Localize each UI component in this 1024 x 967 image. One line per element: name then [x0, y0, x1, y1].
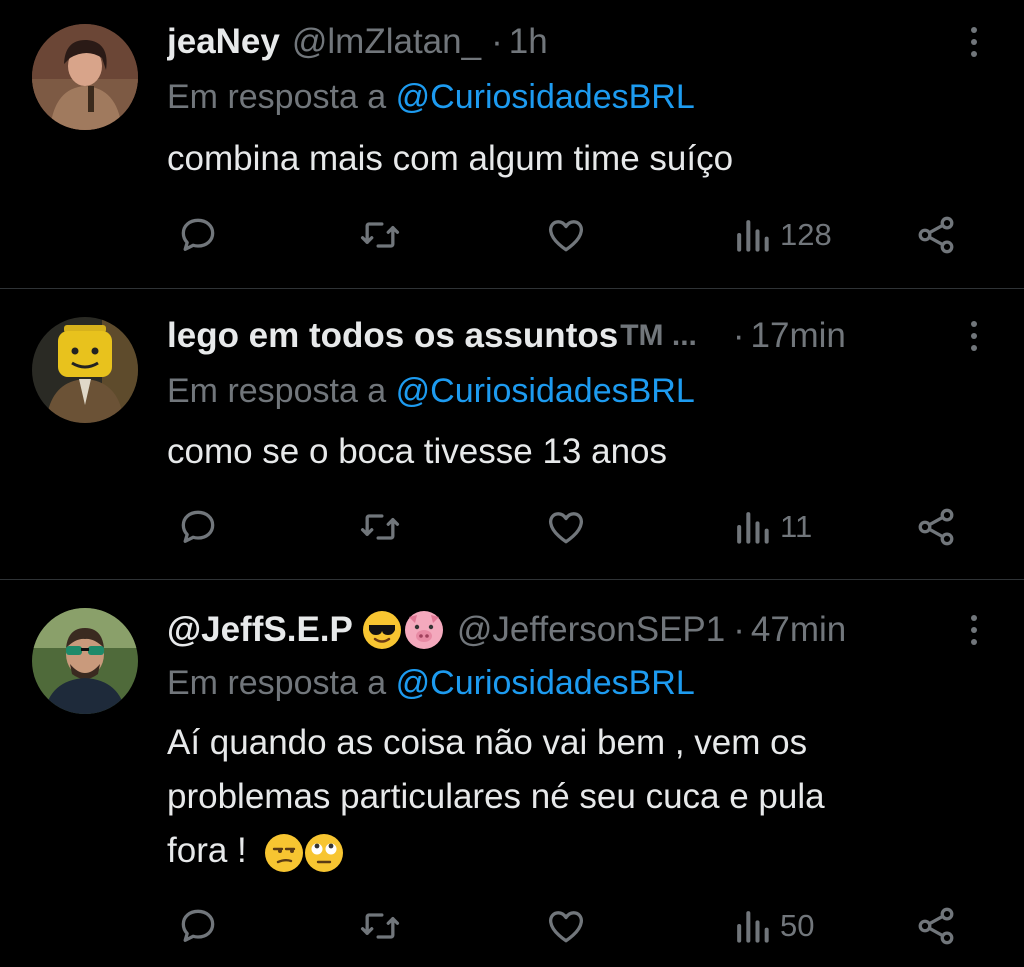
reply-context: Em resposta a @CuriosidadesBRL — [167, 78, 695, 117]
tweet-text: combina mais com algum time suíço — [167, 132, 967, 186]
separator-dot: · — [732, 316, 745, 355]
reply-button[interactable] — [176, 505, 220, 549]
views-icon — [737, 512, 769, 544]
reply-context: Em resposta a @CuriosidadesBRL — [167, 664, 695, 703]
views-count: 128 — [780, 217, 832, 252]
reply-button[interactable] — [176, 213, 220, 257]
views-icon — [737, 911, 769, 943]
display-name[interactable]: lego em todos os assuntos — [167, 316, 618, 356]
more-icon[interactable] — [964, 608, 984, 652]
smiling-face-with-sunglasses-icon — [362, 611, 401, 649]
tweet-text-line: combina mais com algum time suíço — [167, 139, 734, 178]
tweet-text-fragment: fora ! — [167, 831, 247, 870]
more-icon[interactable] — [964, 20, 984, 64]
display-name[interactable]: jeaNey — [167, 22, 280, 62]
reply-prefix: Em resposta a — [167, 664, 387, 702]
avatar[interactable] — [32, 24, 138, 130]
retweet-button[interactable] — [357, 213, 403, 257]
timestamp[interactable]: 47min — [751, 610, 846, 650]
share-button[interactable] — [914, 213, 958, 257]
share-icon — [918, 907, 954, 945]
tweet[interactable]: jeaNey @lmZlatan_ · 1h Em resposta a @Cu… — [0, 0, 1024, 288]
display-name-suffix: TM ... — [620, 319, 697, 352]
share-button[interactable] — [914, 505, 958, 549]
pig-face-icon — [404, 611, 443, 649]
share-button[interactable] — [914, 904, 958, 948]
tweet-header: lego em todos os assuntos TM ... · 17min — [167, 314, 924, 358]
user-handle[interactable]: @JeffersonSEP1 — [457, 610, 725, 650]
tweet-text-line: Aí quando as coisa não vai bem , vem os — [167, 723, 808, 762]
retweet-icon — [360, 514, 400, 540]
retweet-button[interactable] — [357, 505, 403, 549]
tweet-header: @JeffS.E.P @JeffersonSEP1 · 47min — [167, 608, 924, 652]
tweet-text: como se o boca tivesse 13 anos — [167, 425, 967, 479]
user-handle[interactable]: @lmZlatan_ — [292, 22, 481, 62]
tweet-text-line: problemas particulares né seu cuca e pul… — [167, 777, 825, 816]
unamused-face-icon — [264, 833, 303, 872]
like-icon — [549, 512, 583, 544]
tweet-header: jeaNey @lmZlatan_ · 1h — [167, 20, 924, 64]
reply-mention-link[interactable]: @CuriosidadesBRL — [396, 664, 695, 702]
display-name[interactable]: @JeffS.E.P — [167, 610, 353, 650]
reply-context: Em resposta a @CuriosidadesBRL — [167, 372, 695, 411]
like-button[interactable] — [544, 213, 588, 257]
views-count: 11 — [780, 509, 813, 544]
like-button[interactable] — [544, 505, 588, 549]
avatar[interactable] — [32, 608, 138, 714]
more-icon[interactable] — [964, 314, 984, 358]
retweet-icon — [360, 222, 400, 248]
tweet-text-line: como se o boca tivesse 13 anos — [167, 432, 668, 471]
separator-dot: · — [491, 22, 503, 61]
reply-prefix: Em resposta a — [167, 372, 387, 410]
reply-mention-link[interactable]: @CuriosidadesBRL — [396, 372, 695, 410]
views-button[interactable]: 11 — [732, 505, 812, 549]
reply-prefix: Em resposta a — [167, 78, 387, 116]
reply-icon — [181, 909, 215, 942]
views-button[interactable]: 128 — [732, 213, 832, 257]
reply-icon — [181, 510, 215, 543]
like-icon — [549, 220, 583, 252]
reply-mention-link[interactable]: @CuriosidadesBRL — [396, 78, 695, 116]
tweet-text: Aí quando as coisa não vai bem , vem os … — [167, 716, 967, 878]
separator-dot: · — [733, 610, 745, 649]
like-button[interactable] — [544, 904, 588, 948]
tweet[interactable]: @JeffS.E.P @JeffersonSEP1 · 47min Em res… — [0, 580, 1024, 967]
views-button[interactable]: 50 — [732, 904, 814, 948]
retweet-icon — [360, 913, 400, 939]
like-icon — [549, 911, 583, 943]
share-icon — [918, 216, 954, 254]
avatar[interactable] — [32, 317, 138, 423]
views-count: 50 — [780, 908, 815, 943]
tweet[interactable]: lego em todos os assuntos TM ... · 17min… — [0, 289, 1024, 579]
views-icon — [737, 220, 769, 252]
retweet-button[interactable] — [357, 904, 403, 948]
timestamp[interactable]: 17min — [751, 316, 846, 356]
face-with-rolling-eyes-icon — [304, 833, 343, 872]
timestamp[interactable]: 1h — [509, 22, 548, 62]
reply-button[interactable] — [176, 904, 220, 948]
share-icon — [918, 508, 954, 546]
tweet-text-line: fora ! — [167, 824, 967, 878]
reply-icon — [181, 218, 215, 251]
